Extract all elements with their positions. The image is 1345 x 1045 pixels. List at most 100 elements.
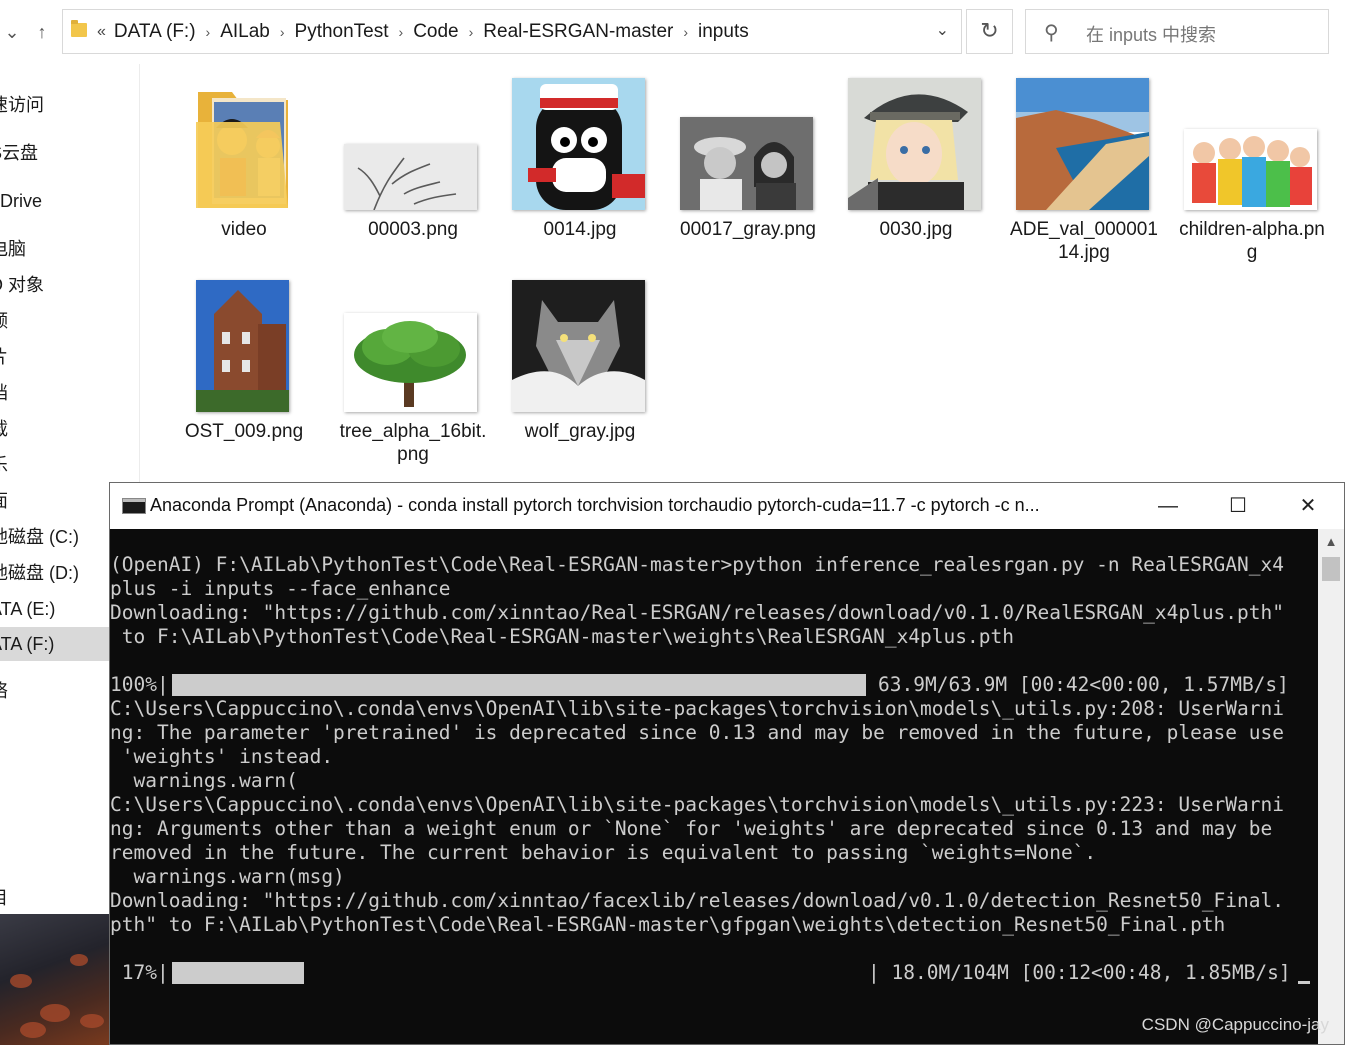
address-bar[interactable]: « DATA (F:) › AILab › PythonTest › Code … — [62, 9, 962, 54]
console-line: C:\Users\Cappuccino\.conda\envs\OpenAI\l… — [110, 697, 1284, 720]
text-cursor — [1298, 981, 1310, 984]
console-line: plus -i inputs --face_enhance — [110, 577, 451, 600]
file-name: wolf_gray.jpg — [524, 421, 636, 442]
progress-percent: 100%| — [110, 673, 169, 696]
file-item-video[interactable]: video — [167, 218, 321, 241]
image-thumbnail — [196, 280, 289, 412]
file-item-0030[interactable]: 0030.jpg — [839, 218, 993, 241]
breadcrumb-overflow[interactable]: « — [97, 23, 106, 41]
chevron-right-icon[interactable]: › — [280, 24, 285, 40]
scroll-up-arrow-icon[interactable]: ▲ — [1318, 531, 1344, 553]
file-item-children-alpha[interactable]: children-alpha.png — [1175, 218, 1329, 264]
nav-item-pictures[interactable]: 片 — [0, 340, 139, 374]
console-scrollbar[interactable]: ▲ — [1318, 529, 1344, 1044]
breadcrumb-item-code[interactable]: Code — [413, 21, 458, 43]
console-line: ng: Arguments other than a weight enum o… — [110, 817, 1273, 840]
file-item-ade-val[interactable]: ADE_val_00000114.jpg — [1007, 218, 1161, 264]
console-line: C:\Users\Cappuccino\.conda\envs\OpenAI\l… — [110, 793, 1284, 816]
search-placeholder: 在 inputs 中搜索 — [1086, 25, 1217, 45]
watermark: CSDN @Cappuccino-jay — [1141, 1015, 1329, 1034]
file-item-tree-alpha[interactable]: tree_alpha_16bit.png — [336, 420, 490, 466]
image-thumbnail — [512, 280, 645, 412]
chevron-right-icon[interactable]: › — [469, 24, 474, 40]
maximize-button[interactable]: ☐ — [1203, 483, 1273, 529]
file-name: tree_alpha_16bit.png — [339, 421, 487, 465]
file-name: 00017_gray.png — [680, 219, 816, 240]
breadcrumb-item-drive[interactable]: DATA (F:) — [114, 21, 196, 43]
breadcrumb: « DATA (F:) › AILab › PythonTest › Code … — [97, 10, 749, 53]
file-item-00017-gray[interactable]: 00017_gray.png — [671, 218, 825, 241]
chevron-right-icon[interactable]: › — [399, 24, 404, 40]
console-line: 'weights' instead. — [110, 745, 334, 768]
console-line: to F:\AILab\PythonTest\Code\Real-ESRGAN-… — [110, 625, 1014, 648]
console-line: pth" to F:\AILab\PythonTest\Code\Real-ES… — [110, 913, 1226, 936]
desktop-wallpaper — [0, 914, 112, 1045]
minimize-icon: — — [1158, 495, 1178, 517]
nav-item-documents[interactable]: 档 — [0, 376, 139, 410]
nav-item-this-pc[interactable]: 电脑 — [0, 232, 139, 266]
console-line: ng: The parameter 'pretrained' is deprec… — [110, 721, 1284, 744]
console-line: (OpenAI) F:\AILab\PythonTest\Code\Real-E… — [110, 553, 1284, 576]
chevron-right-icon[interactable]: › — [683, 24, 688, 40]
console-line: Downloading: "https://github.com/xinntao… — [110, 889, 1284, 912]
status-bar-item-count: 目 — [0, 881, 30, 915]
refresh-button[interactable]: ↻ — [966, 9, 1013, 54]
image-thumbnail — [1184, 129, 1317, 210]
folder-icon — [196, 88, 290, 212]
minimize-button[interactable]: — — [1133, 483, 1203, 529]
progress-stats: | 18.0M/104M [00:12<00:48, 1.85MB/s] — [868, 961, 1291, 984]
download-progress-bar — [172, 674, 866, 696]
recent-locations-chevron-icon[interactable]: ⌄ — [0, 18, 24, 46]
refresh-icon: ↻ — [980, 18, 999, 43]
console-line: Downloading: "https://github.com/xinntao… — [110, 601, 1284, 624]
progress-stats: 63.9M/63.9M [00:42<00:00, 1.57MB/s] — [878, 673, 1289, 696]
nav-item-onedrive[interactable]: eDrive — [0, 184, 139, 218]
console-output[interactable]: (OpenAI) F:\AILab\PythonTest\Code\Real-E… — [110, 529, 1318, 1044]
close-icon: ✕ — [1299, 495, 1317, 517]
file-item-00003[interactable]: 00003.png — [336, 218, 490, 241]
console-line: removed in the future. The current behav… — [110, 841, 1097, 864]
file-name: children-alpha.png — [1179, 219, 1325, 263]
progress-percent: 17%| — [110, 961, 169, 984]
window-title-bar[interactable]: Anaconda Prompt (Anaconda) - conda insta… — [110, 483, 1344, 529]
image-thumbnail — [344, 313, 477, 412]
nav-item-music[interactable]: 乐 — [0, 448, 139, 482]
search-input[interactable]: ⚲ 在 inputs 中搜索 — [1025, 9, 1329, 54]
breadcrumb-item-ailab[interactable]: AILab — [220, 21, 270, 43]
nav-item-videos[interactable]: 频 — [0, 304, 139, 338]
nav-item-quick-access[interactable]: 速访问 — [0, 88, 139, 122]
chevron-right-icon[interactable]: › — [206, 24, 211, 40]
nav-item-3d-objects[interactable]: D 对象 — [0, 268, 139, 302]
folder-icon — [71, 20, 87, 37]
explorer-toolbar: ⌄ ↑ « DATA (F:) › AILab › PythonTest › C… — [0, 0, 1345, 64]
maximize-icon: ☐ — [1229, 495, 1247, 517]
console-line: warnings.warn(msg) — [110, 865, 345, 888]
anaconda-prompt-window[interactable]: Anaconda Prompt (Anaconda) - conda insta… — [109, 482, 1345, 1045]
image-thumbnail — [680, 117, 813, 210]
breadcrumb-item-real-esrgan[interactable]: Real-ESRGAN-master — [483, 21, 673, 43]
file-name: 0014.jpg — [543, 219, 617, 240]
scrollbar-thumb[interactable] — [1322, 557, 1340, 581]
search-icon: ⚲ — [1044, 22, 1059, 44]
file-item-wolf-gray[interactable]: wolf_gray.jpg — [503, 420, 657, 443]
file-item-0014[interactable]: 0014.jpg — [503, 218, 657, 241]
image-thumbnail — [1016, 78, 1149, 210]
console-app-icon[interactable] — [122, 498, 146, 514]
file-name: 00003.png — [368, 219, 458, 240]
close-button[interactable]: ✕ — [1273, 483, 1343, 529]
download-progress-bar — [172, 962, 304, 984]
nav-item-cloud[interactable]: S云盘 — [0, 136, 139, 170]
nav-item-downloads[interactable]: 载 — [0, 412, 139, 446]
up-arrow-icon[interactable]: ↑ — [30, 18, 54, 46]
image-thumbnail — [344, 144, 477, 210]
file-name: 0030.jpg — [879, 219, 953, 240]
breadcrumb-item-inputs[interactable]: inputs — [698, 21, 749, 43]
file-name: OST_009.png — [184, 421, 304, 442]
breadcrumb-item-pythontest[interactable]: PythonTest — [295, 21, 389, 43]
window-title: Anaconda Prompt (Anaconda) - conda insta… — [150, 495, 1040, 515]
file-item-ost-009[interactable]: OST_009.png — [167, 420, 321, 443]
file-name: video — [221, 219, 267, 240]
image-thumbnail — [512, 78, 645, 210]
address-dropdown-chevron-icon[interactable]: ⌄ — [936, 20, 949, 40]
console-line: warnings.warn( — [110, 769, 298, 792]
